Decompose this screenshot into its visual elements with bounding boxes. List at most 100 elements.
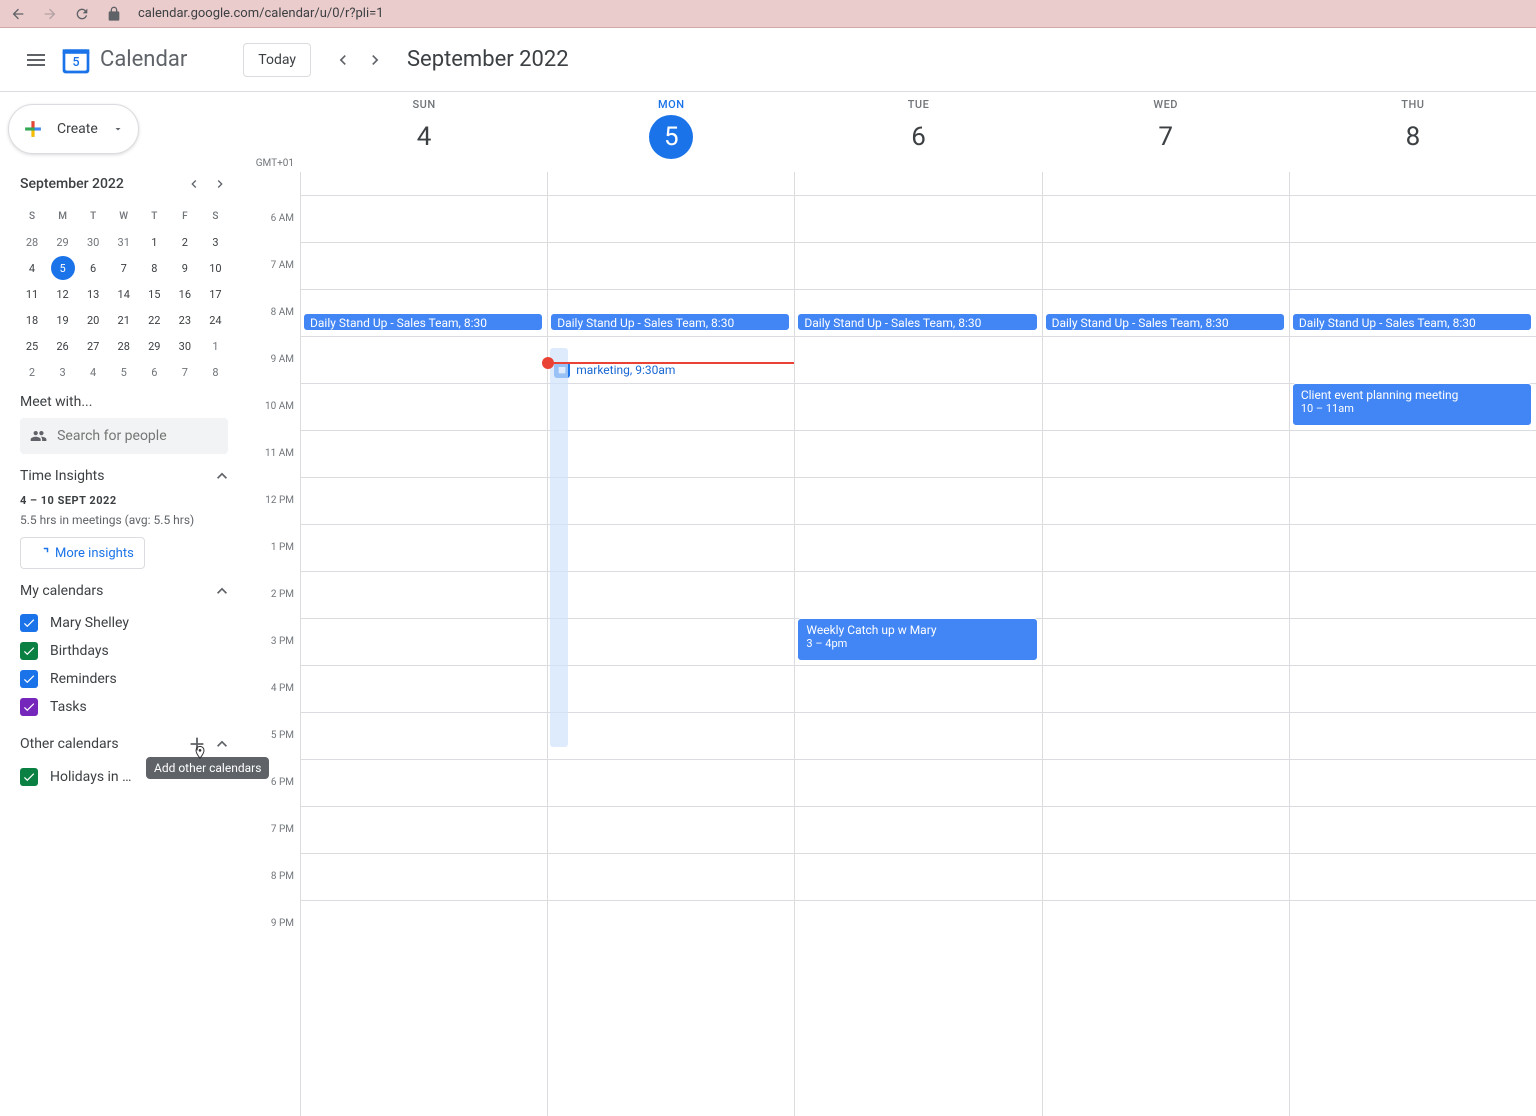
mini-cal-day[interactable]: 25 [20,334,44,358]
mini-cal-day[interactable]: 9 [173,256,197,280]
search-people-field[interactable] [20,418,228,454]
time-label: 1 PM [271,542,294,553]
mini-cal-day[interactable]: 30 [81,230,105,254]
prev-period-button[interactable] [327,44,359,76]
other-calendars-header[interactable]: Other calendars Add other calendars [20,733,232,755]
calendar-item[interactable]: Mary Shelley [20,609,232,637]
day-column[interactable]: Daily Stand Up - Sales Team, 8:30 marketi… [547,172,794,1116]
app-header: 5 Calendar Today September 2022 [0,28,1536,92]
mini-cal-day[interactable]: 4 [20,256,44,280]
hamburger-icon[interactable] [16,40,56,80]
calendar-item[interactable]: Tasks [20,693,232,721]
event[interactable]: Daily Stand Up - Sales Team, 8:30 [1292,313,1532,331]
mini-cal-day[interactable]: 19 [51,308,75,332]
mini-cal-day[interactable]: 18 [20,308,44,332]
calendar-item[interactable]: Birthdays [20,637,232,665]
calendar-grid: GMT+01 SUN4MON5TUE6WED7THU8 6 AM7 AM8 AM… [248,92,1536,1116]
day-column[interactable]: Daily Stand Up - Sales Team, 8:30 Weekly … [794,172,1041,1116]
mini-cal-day[interactable]: 4 [81,360,105,384]
mini-cal-day[interactable]: 5 [51,256,75,280]
day-header[interactable]: MON5 [547,92,794,172]
day-column[interactable]: Daily Stand Up - Sales Team, 8:30 [1042,172,1289,1116]
chevron-up-icon [212,734,232,754]
mini-cal-day[interactable]: 10 [203,256,227,280]
my-calendars-header[interactable]: My calendars [20,581,232,601]
mini-cal-day[interactable]: 7 [173,360,197,384]
url-text[interactable]: calendar.google.com/calendar/u/0/r?pli=1 [138,6,384,21]
time-insights-header[interactable]: Time Insights [20,466,232,486]
mini-cal-day[interactable]: 14 [112,282,136,306]
day-column[interactable]: Daily Stand Up - Sales Team, 8:30 Client … [1289,172,1536,1116]
day-header[interactable]: SUN4 [300,92,547,172]
mini-cal-day[interactable]: 12 [51,282,75,306]
date-range-title: September 2022 [407,47,569,72]
mini-cal-day[interactable]: 29 [51,230,75,254]
mini-cal-day[interactable]: 20 [81,308,105,332]
day-header[interactable]: WED7 [1042,92,1289,172]
day-column[interactable]: Daily Stand Up - Sales Team, 8:30 [300,172,547,1116]
event[interactable]: Client event planning meeting10 – 11am [1292,383,1532,426]
checkbox[interactable] [20,614,38,632]
calendar-item[interactable]: Reminders [20,665,232,693]
next-period-button[interactable] [359,44,391,76]
mini-cal-day[interactable]: 13 [81,282,105,306]
mini-cal-day[interactable]: 5 [112,360,136,384]
mini-cal-day[interactable]: 27 [81,334,105,358]
checkbox[interactable] [20,670,38,688]
mini-cal-day[interactable]: 3 [51,360,75,384]
mini-cal-day[interactable]: 26 [51,334,75,358]
mini-cal-day[interactable]: 2 [173,230,197,254]
mini-prev-button[interactable] [182,172,206,196]
create-button[interactable]: Create [8,104,139,154]
mini-cal-day[interactable]: 8 [142,256,166,280]
reload-icon[interactable] [74,6,90,22]
mini-cal-day[interactable]: 16 [173,282,197,306]
time-label: 10 AM [265,401,294,412]
mini-cal-day[interactable]: 31 [112,230,136,254]
mini-cal-day[interactable]: 7 [112,256,136,280]
mini-cal-day[interactable]: 17 [203,282,227,306]
mini-cal-day[interactable]: 22 [142,308,166,332]
mini-cal-day[interactable]: 29 [142,334,166,358]
mini-cal-day[interactable]: 8 [203,360,227,384]
event[interactable]: Weekly Catch up w Mary3 – 4pm [797,618,1037,661]
checkbox[interactable] [20,768,38,786]
mini-cal-dow: F [173,204,197,228]
mini-cal-day[interactable]: 15 [142,282,166,306]
mini-cal-day[interactable]: 11 [20,282,44,306]
checkbox[interactable] [20,642,38,660]
event[interactable]: Daily Stand Up - Sales Team, 8:30 [797,313,1037,331]
mini-cal-dow: S [20,204,44,228]
event-chip[interactable]: marketing, 9:30am [554,362,675,378]
mini-cal-day[interactable]: 6 [81,256,105,280]
mini-cal-day[interactable]: 6 [142,360,166,384]
event[interactable]: Daily Stand Up - Sales Team, 8:30 [1045,313,1285,331]
mini-cal-day[interactable]: 1 [203,334,227,358]
chevron-up-icon [212,466,232,486]
mini-cal-day[interactable]: 21 [112,308,136,332]
event[interactable]: Daily Stand Up - Sales Team, 8:30 [303,313,543,331]
search-people-input[interactable] [57,428,218,444]
mini-cal-day[interactable]: 3 [203,230,227,254]
app-logo[interactable]: 5 Calendar [60,44,187,76]
add-calendar-button[interactable]: Add other calendars [186,733,208,755]
mini-cal-day[interactable]: 24 [203,308,227,332]
time-label: 3 PM [271,636,294,647]
more-insights-button[interactable]: More insights [20,537,145,569]
mini-cal-day[interactable]: 28 [20,230,44,254]
day-header[interactable]: TUE6 [794,92,1041,172]
mini-cal-day[interactable]: 1 [142,230,166,254]
mini-cal-day[interactable]: 2 [20,360,44,384]
checkbox[interactable] [20,698,38,716]
today-button[interactable]: Today [243,43,311,77]
mini-cal-day[interactable]: 28 [112,334,136,358]
calendar-name: Tasks [50,699,87,715]
mini-cal-day[interactable]: 23 [173,308,197,332]
back-icon[interactable] [10,6,26,22]
event[interactable]: Daily Stand Up - Sales Team, 8:30 [550,313,790,331]
day-header[interactable]: THU8 [1289,92,1536,172]
calendar-name: Holidays in … [50,769,131,785]
mini-cal-day[interactable]: 30 [173,334,197,358]
mini-next-button[interactable] [208,172,232,196]
forward-icon[interactable] [42,6,58,22]
